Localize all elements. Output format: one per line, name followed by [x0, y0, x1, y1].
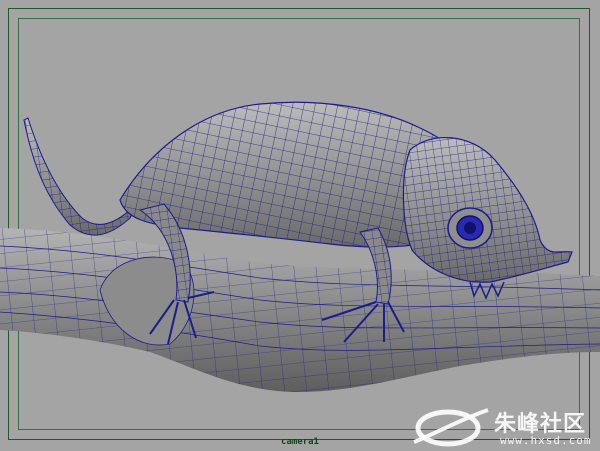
wireframe-scene[interactable]: [0, 0, 600, 451]
maya-viewport[interactable]: camera1 朱峰社区 www.hxsd.com: [0, 0, 600, 451]
chameleon-head-mesh[interactable]: [402, 136, 573, 283]
eye-mesh[interactable]: [447, 207, 493, 249]
watermark: 朱峰社区 www.hxsd.com: [404, 404, 594, 448]
watermark-logo: [413, 408, 489, 447]
watermark-url: www.hxsd.com: [500, 434, 592, 447]
tail-mesh[interactable]: [23, 117, 141, 236]
